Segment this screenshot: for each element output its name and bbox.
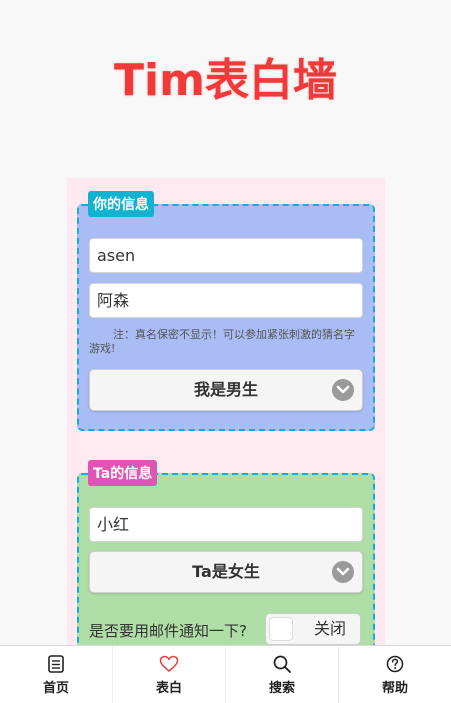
- my-realname-input[interactable]: 阿森: [89, 283, 363, 318]
- tab-confess[interactable]: 表白: [113, 646, 226, 703]
- my-gender-select-label: 我是男生: [193, 380, 258, 399]
- chevron-down-icon: [332, 379, 354, 401]
- tab-help[interactable]: 帮助: [339, 646, 451, 703]
- mail-notify-toggle[interactable]: 关闭: [265, 613, 361, 645]
- tab-home[interactable]: 首页: [0, 646, 113, 703]
- ta-info-tag: Ta的信息: [88, 460, 158, 486]
- my-info-card: 你的信息 asen 阿森 注：真名保密不显示！可以参加紧张刺激的猜名字游戏! 我…: [77, 191, 375, 431]
- ta-gender-select-label: Ta是女生: [192, 562, 260, 581]
- toggle-knob: [269, 617, 293, 641]
- ta-info-card: Ta的信息 小红 Ta是女生 是否要用邮件通知一下? 关闭: [77, 460, 375, 653]
- search-icon: [273, 655, 291, 673]
- chevron-down-icon: [332, 561, 354, 583]
- tab-search[interactable]: 搜索: [226, 646, 339, 703]
- realname-note: 注：真名保密不显示！可以参加紧张刺激的猜名字游戏!: [89, 328, 355, 355]
- tab-help-label: 帮助: [381, 681, 408, 696]
- my-gender-select[interactable]: 我是男生: [89, 369, 363, 411]
- mail-notify-label: 是否要用邮件通知一下?: [89, 622, 247, 640]
- heart-icon: [159, 655, 179, 672]
- tab-confess-label: 表白: [155, 681, 182, 696]
- bottom-tab-bar: 首页 表白 搜索 帮助: [0, 645, 451, 703]
- toggle-state-label: 关闭: [313, 619, 346, 638]
- ta-gender-select[interactable]: Ta是女生: [89, 551, 363, 593]
- tab-search-label: 搜索: [268, 681, 295, 696]
- my-name-input[interactable]: asen: [89, 238, 363, 273]
- ta-name-input[interactable]: 小红: [89, 507, 363, 542]
- document-icon: [48, 655, 64, 673]
- my-info-tag: 你的信息: [88, 191, 154, 217]
- tab-home-label: 首页: [42, 681, 69, 696]
- page-title: Tim表白墙: [114, 55, 337, 106]
- help-icon: [386, 655, 404, 673]
